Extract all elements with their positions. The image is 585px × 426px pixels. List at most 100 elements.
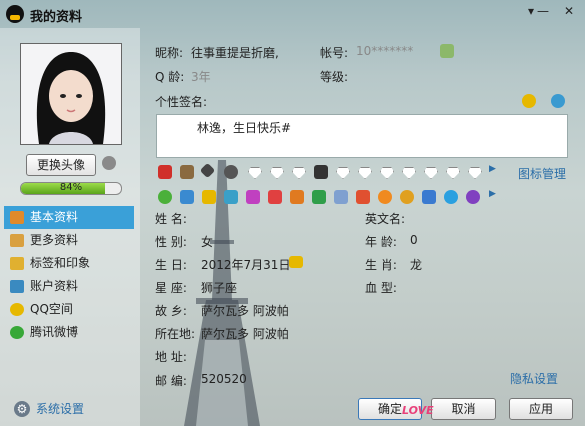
sidebar-item-label: 标签和印象	[30, 256, 91, 270]
gender-value[interactable]: 女	[201, 233, 213, 250]
sidebar-item-label: 腾讯微博	[30, 325, 79, 339]
mail-badge-icon[interactable]	[334, 190, 348, 204]
video-badge-icon[interactable]	[268, 190, 282, 204]
birthday-value[interactable]: 2012年7月31日	[201, 256, 290, 273]
postcode-value[interactable]: 520520	[201, 372, 247, 386]
penguin-badge-icon[interactable]	[224, 165, 238, 179]
gem-icon[interactable]	[336, 167, 350, 179]
window-title: 我的资料	[30, 10, 83, 25]
profile-completion-label: 84%	[59, 182, 83, 193]
orange-badge-icon[interactable]	[378, 190, 392, 204]
camera-badge-icon[interactable]	[422, 190, 436, 204]
gear-icon: ⚙	[14, 401, 30, 417]
level-label: 等级:	[320, 70, 349, 84]
system-settings-link[interactable]: ⚙ 系统设置	[14, 400, 156, 418]
star-badge-icon[interactable]	[202, 190, 216, 204]
edit-account-icon[interactable]	[440, 44, 454, 58]
apply-button[interactable]: 应用	[509, 398, 573, 420]
diamond-dark-icon[interactable]	[199, 162, 216, 179]
coin-badge-icon[interactable]	[400, 190, 414, 204]
sidebar-item-basic-info[interactable]: 基本资料	[4, 206, 134, 229]
avatar[interactable]	[20, 43, 122, 145]
profile-window: 我的资料 ▾ — ✕ 更换头像 84% 基本资料 更多资料 标签和印象 账户资料…	[0, 0, 585, 426]
sidebar-item-tags[interactable]: 标签和印象	[4, 252, 134, 275]
gem-icon[interactable]	[468, 167, 482, 179]
star-rating-icon[interactable]	[522, 94, 536, 108]
change-avatar-button[interactable]: 更换头像	[26, 154, 96, 176]
birthday-label: 生 日:	[155, 258, 187, 272]
name-label: 姓 名:	[155, 212, 187, 226]
title-bar[interactable]: 我的资料 ▾ — ✕	[0, 0, 585, 28]
sidebar-item-label: 账户资料	[30, 279, 79, 293]
qage-value: 3年	[191, 70, 211, 84]
sidebar-item-qzone[interactable]: QQ空间	[4, 298, 134, 321]
qq-member-icon[interactable]	[158, 165, 172, 179]
sidebar-item-weibo[interactable]: 腾讯微博	[4, 321, 134, 344]
qq-mobile-icon[interactable]	[180, 165, 194, 179]
phone-icon[interactable]	[180, 190, 194, 204]
profile-card-icon	[10, 211, 24, 224]
location-value[interactable]: 萨尔瓦多 阿波帕	[201, 325, 289, 342]
gem-icon[interactable]	[248, 167, 262, 179]
constellation-label: 星 座:	[155, 281, 187, 295]
age-label: 年 龄:	[365, 235, 397, 249]
sidebar: 更换头像 84% 基本资料 更多资料 标签和印象 账户资料 QQ空间 腾讯微博 …	[0, 28, 140, 426]
minimize-button[interactable]: —	[530, 2, 556, 20]
address-label: 地 址:	[155, 350, 187, 364]
avatar-photo	[21, 44, 121, 144]
qq-penguin-icon	[6, 5, 24, 23]
blood-type-label: 血 型:	[365, 281, 397, 295]
more-info-icon	[10, 234, 24, 247]
gem-icon[interactable]	[358, 167, 372, 179]
heart-badge-icon[interactable]	[314, 165, 328, 179]
close-button[interactable]: ✕	[556, 2, 582, 20]
privacy-settings-link[interactable]: 隐私设置	[510, 370, 558, 387]
account-label: 帐号:	[320, 46, 349, 60]
sidebar-item-label: 更多资料	[30, 233, 79, 247]
badge-scroll-right-icon[interactable]: ▶	[489, 164, 496, 174]
gender-label: 性 别:	[155, 235, 187, 249]
hometown-label: 故 乡:	[155, 304, 187, 318]
gem-icon[interactable]	[446, 167, 460, 179]
music-badge-icon[interactable]	[246, 190, 260, 204]
sidebar-item-account[interactable]: 账户资料	[4, 275, 134, 298]
gem-icon[interactable]	[292, 167, 306, 179]
nickname-label: 昵称:	[155, 46, 184, 60]
sidebar-nav: 基本资料 更多资料 标签和印象 账户资料 QQ空间 腾讯微博	[4, 206, 134, 344]
account-value: 10*******	[356, 44, 414, 58]
system-settings-label: 系统设置	[36, 402, 85, 416]
age-value: 0	[410, 233, 418, 247]
sidebar-item-more-info[interactable]: 更多资料	[4, 229, 134, 252]
gem-icon[interactable]	[270, 167, 284, 179]
qage-label: Q 龄:	[155, 70, 185, 84]
signature-text: 林逸，生日快乐#	[197, 121, 292, 135]
gem-icon[interactable]	[402, 167, 416, 179]
sidebar-item-label: QQ空间	[30, 302, 73, 316]
nickname-value[interactable]: 往事重提是折磨,	[191, 44, 279, 61]
purple-badge-icon[interactable]	[466, 190, 480, 204]
gem-icon[interactable]	[380, 167, 394, 179]
qzone-star-icon	[10, 303, 24, 316]
english-name-label: 英文名:	[365, 212, 406, 226]
search-badge-icon[interactable]	[224, 190, 238, 204]
game-badge-icon[interactable]	[290, 190, 304, 204]
badge-row2-scroll-right-icon[interactable]: ▶	[489, 189, 496, 199]
gem-icon[interactable]	[424, 167, 438, 179]
signature-input[interactable]: 林逸，生日快乐#	[156, 114, 568, 158]
cancel-button[interactable]: 取消	[431, 398, 496, 420]
sidebar-item-label: 基本资料	[30, 210, 79, 224]
constellation-value: 狮子座	[201, 281, 238, 295]
pet-badge-icon[interactable]	[356, 190, 370, 204]
web-badge-icon[interactable]	[444, 190, 458, 204]
wechat-icon[interactable]	[158, 190, 172, 204]
hometown-value[interactable]: 萨尔瓦多 阿波帕	[201, 302, 289, 319]
weibo-icon	[10, 326, 24, 339]
icon-manage-link[interactable]: 图标管理	[518, 165, 566, 182]
camera-icon[interactable]	[102, 156, 116, 170]
refresh-icon[interactable]	[551, 94, 565, 108]
zodiac-value: 龙	[410, 258, 423, 272]
zodiac-label: 生 肖:	[365, 258, 397, 272]
postcode-label: 邮 编:	[155, 374, 187, 388]
clover-badge-icon[interactable]	[312, 190, 326, 204]
love-decoration: LOVE	[402, 404, 434, 417]
